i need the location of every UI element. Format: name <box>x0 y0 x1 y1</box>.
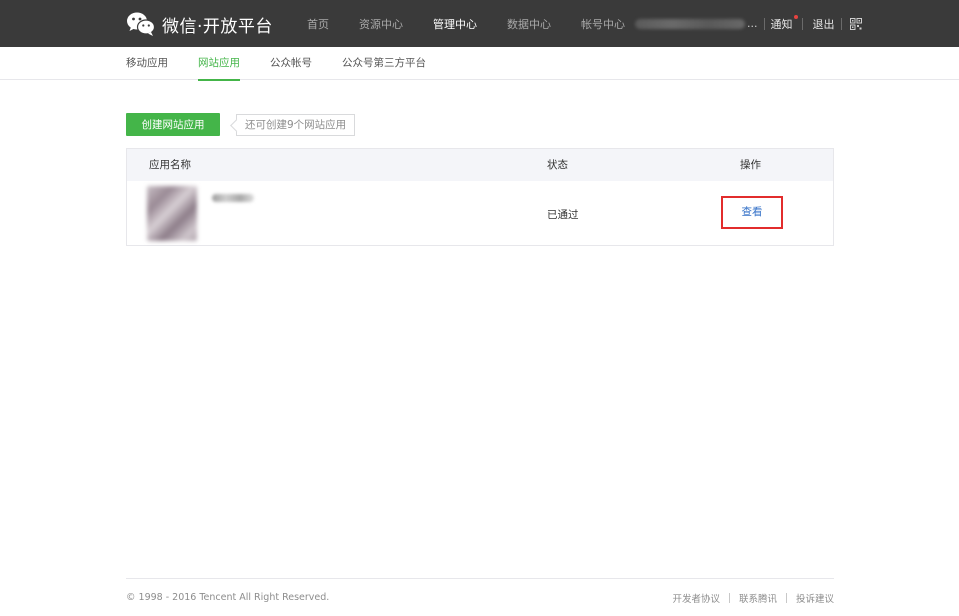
tab-website-apps[interactable]: 网站应用 <box>198 47 240 81</box>
logo[interactable]: 微信·开放平台 <box>126 10 273 38</box>
table-row: 已通过 查看 <box>127 181 833 245</box>
tab-third-party-platform[interactable]: 公众号第三方平台 <box>342 47 426 80</box>
notify-link[interactable]: 通知 <box>770 14 798 32</box>
sub-nav: 移动应用 网站应用 公众帐号 公众号第三方平台 <box>0 47 959 81</box>
app-icon-redacted <box>147 186 197 241</box>
qrcode-icon[interactable] <box>849 17 862 30</box>
nav-management[interactable]: 管理中心 <box>433 16 477 32</box>
footer-link-contact[interactable]: 联系腾讯 <box>739 591 777 605</box>
divider <box>840 17 842 30</box>
divider <box>785 593 787 603</box>
footer-link-feedback[interactable]: 投诉建议 <box>796 591 834 605</box>
footer-link-developer-agreement[interactable]: 开发者协议 <box>672 591 720 605</box>
view-app-link[interactable]: 查看 <box>721 196 783 229</box>
logo-title: 微信·开放平台 <box>162 16 273 37</box>
account-name-redacted[interactable] <box>635 18 745 29</box>
tab-mobile-apps[interactable]: 移动应用 <box>126 47 168 80</box>
apps-table: 应用名称 状态 操作 已通过 查看 <box>126 148 834 246</box>
quota-hint: 还可创建9个网站应用 <box>236 114 356 136</box>
create-website-app-button[interactable]: 创建网站应用 <box>126 113 220 136</box>
col-status: 状态 <box>547 159 568 171</box>
account-ellipsis: ... <box>747 17 758 30</box>
user-area: ... 通知 退出 <box>635 0 862 47</box>
table-header: 应用名称 状态 操作 <box>127 149 833 181</box>
nav-home[interactable]: 首页 <box>307 16 329 32</box>
app-name-redacted <box>212 194 254 202</box>
app-status: 已通过 <box>547 209 579 221</box>
notify-dot-icon <box>793 14 798 19</box>
wechat-icon <box>127 12 156 36</box>
top-header: 微信·开放平台 首页 资源中心 管理中心 数据中心 帐号中心 ... 通知 退出 <box>0 0 959 47</box>
footer-divider <box>126 578 834 579</box>
tab-official-accounts[interactable]: 公众帐号 <box>270 47 312 80</box>
nav-resources[interactable]: 资源中心 <box>359 16 403 32</box>
col-action: 操作 <box>740 159 761 171</box>
nav-data[interactable]: 数据中心 <box>507 16 551 32</box>
copyright: © 1998 - 2016 Tencent All Right Reserved… <box>126 592 330 603</box>
divider <box>728 593 730 603</box>
col-app-name: 应用名称 <box>149 159 191 171</box>
nav-account[interactable]: 帐号中心 <box>581 16 625 32</box>
footer-links: 开发者协议 联系腾讯 投诉建议 <box>672 591 834 605</box>
divider <box>801 17 803 30</box>
divider <box>763 17 765 30</box>
notify-label: 通知 <box>770 17 793 31</box>
logout-link[interactable]: 退出 <box>813 16 835 32</box>
main-nav: 首页 资源中心 管理中心 数据中心 帐号中心 <box>307 0 655 47</box>
